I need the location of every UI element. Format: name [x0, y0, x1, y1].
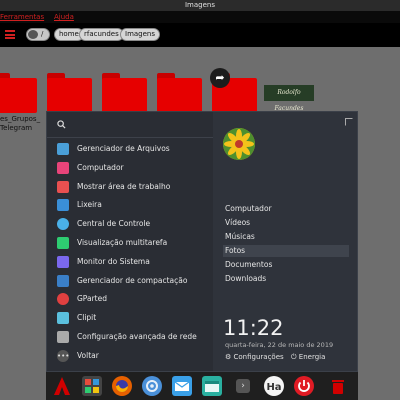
mail-icon[interactable] [172, 376, 192, 396]
place-music[interactable]: Músicas [223, 231, 349, 243]
back-label: Voltar [77, 351, 99, 360]
app-item-multitask[interactable]: Visualização multitarefa [57, 235, 207, 251]
folder-item[interactable] [47, 73, 92, 113]
app-item-archive-manager[interactable]: Gerenciador de compactação [57, 273, 207, 289]
clock-date: quarta-feira, 22 de maio de 2019 [225, 341, 334, 349]
app-label: GParted [77, 294, 107, 303]
file-manager-icon [57, 143, 69, 155]
menu-item-help[interactable]: Ajuda [54, 11, 74, 23]
file-label-text: es_Grupos_ Telegram [0, 115, 41, 132]
clipit-icon [57, 312, 69, 324]
clock-time: 11:22 [223, 316, 284, 340]
toggle-text: / [41, 30, 44, 38]
dock: › Ha [46, 372, 358, 400]
app-label: Visualização multitarefa [77, 238, 168, 247]
gear-icon: ⚙ [225, 353, 232, 361]
search-input[interactable] [71, 118, 207, 133]
app-label: Clipit [77, 313, 97, 322]
power-menu-button[interactable]: ⏻ Energia [291, 353, 325, 362]
menu-item-tools[interactable]: Ferramentas [0, 11, 44, 23]
app-label: Mostrar área de trabalho [77, 182, 171, 191]
power-small-icon: ⏻ [291, 353, 297, 361]
multitask-view-icon[interactable] [82, 376, 102, 396]
path-toggle-button[interactable]: / [26, 28, 50, 41]
network-config-icon [57, 331, 69, 343]
place-photos[interactable]: Fotos [223, 245, 349, 257]
desktop-icon [57, 181, 69, 193]
app-item-clipit[interactable]: Clipit [57, 310, 207, 326]
image-thumbnail[interactable]: Rodolfo Facundes [264, 85, 314, 112]
app-list-panel: Gerenciador de Arquivos Computador Mostr… [47, 112, 213, 371]
place-videos[interactable]: Vídeos [223, 217, 349, 229]
settings-button[interactable]: ⚙ Configurações [225, 353, 284, 361]
place-computer[interactable]: Computador [223, 203, 349, 215]
place-documents[interactable]: Documentos [223, 259, 349, 271]
menu-bar: Ferramentas Ajuda [0, 11, 400, 23]
gparted-icon [57, 293, 69, 305]
start-menu: Gerenciador de Arquivos Computador Mostr… [46, 111, 358, 372]
app-item-gparted[interactable]: GParted [57, 291, 207, 307]
app-item-system-monitor[interactable]: Monitor do Sistema [57, 254, 207, 270]
power-icon[interactable] [294, 376, 314, 396]
app-item-file-manager[interactable]: Gerenciador de Arquivos [57, 141, 207, 157]
share-icon[interactable]: ➦ [210, 68, 230, 88]
control-center-icon [57, 218, 69, 230]
multitask-icon [57, 237, 69, 249]
search-icon [57, 120, 66, 129]
svg-text:Ha: Ha [266, 382, 281, 393]
window-title-bar: Imagens [0, 0, 400, 11]
path-bar: / home rfacundes Imagens [0, 23, 400, 47]
files-icon[interactable] [202, 376, 222, 396]
app-item-show-desktop[interactable]: Mostrar área de trabalho [57, 179, 207, 195]
hamburger-menu-icon[interactable] [5, 30, 15, 39]
places-panel: Computador Vídeos Músicas Fotos Document… [213, 112, 359, 371]
launcher-icon[interactable] [52, 376, 72, 396]
avatar-image [223, 128, 255, 160]
session-actions: ⚙ Configurações ⏻ Energia [225, 353, 355, 363]
breadcrumb-rfacundes[interactable]: rfacundes [79, 28, 124, 41]
app-item-control-center[interactable]: Central de Controle [57, 216, 207, 232]
folder-item[interactable] [157, 73, 202, 113]
system-monitor-icon [57, 256, 69, 268]
app-label: Computador [77, 163, 124, 172]
settings-label: Configurações [233, 353, 284, 361]
trash-dock-icon[interactable] [328, 376, 348, 396]
archive-manager-icon [57, 275, 69, 287]
folder-item[interactable] [102, 73, 147, 113]
trash-icon [57, 199, 69, 211]
folder-item[interactable] [0, 73, 37, 113]
settings-icon[interactable] [142, 376, 162, 396]
power-label: Energia [298, 353, 326, 361]
firefox-icon[interactable] [112, 376, 132, 396]
app-item-network-config[interactable]: Configuração avançada de rede [57, 329, 207, 345]
app-label: Gerenciador de compactação [77, 276, 188, 285]
app-label: Central de Controle [77, 219, 151, 228]
user-avatar[interactable] [223, 128, 255, 160]
breadcrumb-imagens[interactable]: Imagens [120, 28, 161, 41]
app-item-computer[interactable]: Computador [57, 160, 207, 176]
app-item-trash[interactable]: Lixeira [57, 197, 207, 213]
app-label: Lixeira [77, 200, 102, 209]
place-downloads[interactable]: Downloads [223, 273, 349, 285]
file-label: es_Grupos_ Telegram [0, 115, 44, 133]
app-label: Gerenciador de Arquivos [77, 144, 170, 153]
window-title: Imagens [184, 1, 215, 9]
toggle-knob [28, 30, 38, 39]
back-button[interactable]: ••• Voltar [57, 348, 207, 364]
font-viewer-icon[interactable]: Ha [264, 376, 284, 396]
computer-icon [57, 162, 69, 174]
search-box[interactable] [57, 118, 207, 133]
more-icon[interactable]: › [236, 379, 250, 393]
app-label: Monitor do Sistema [77, 257, 150, 266]
fullscreen-toggle-icon[interactable] [345, 118, 353, 126]
app-label: Configuração avançada de rede [77, 332, 197, 341]
back-icon: ••• [57, 350, 70, 362]
divider [47, 137, 213, 138]
